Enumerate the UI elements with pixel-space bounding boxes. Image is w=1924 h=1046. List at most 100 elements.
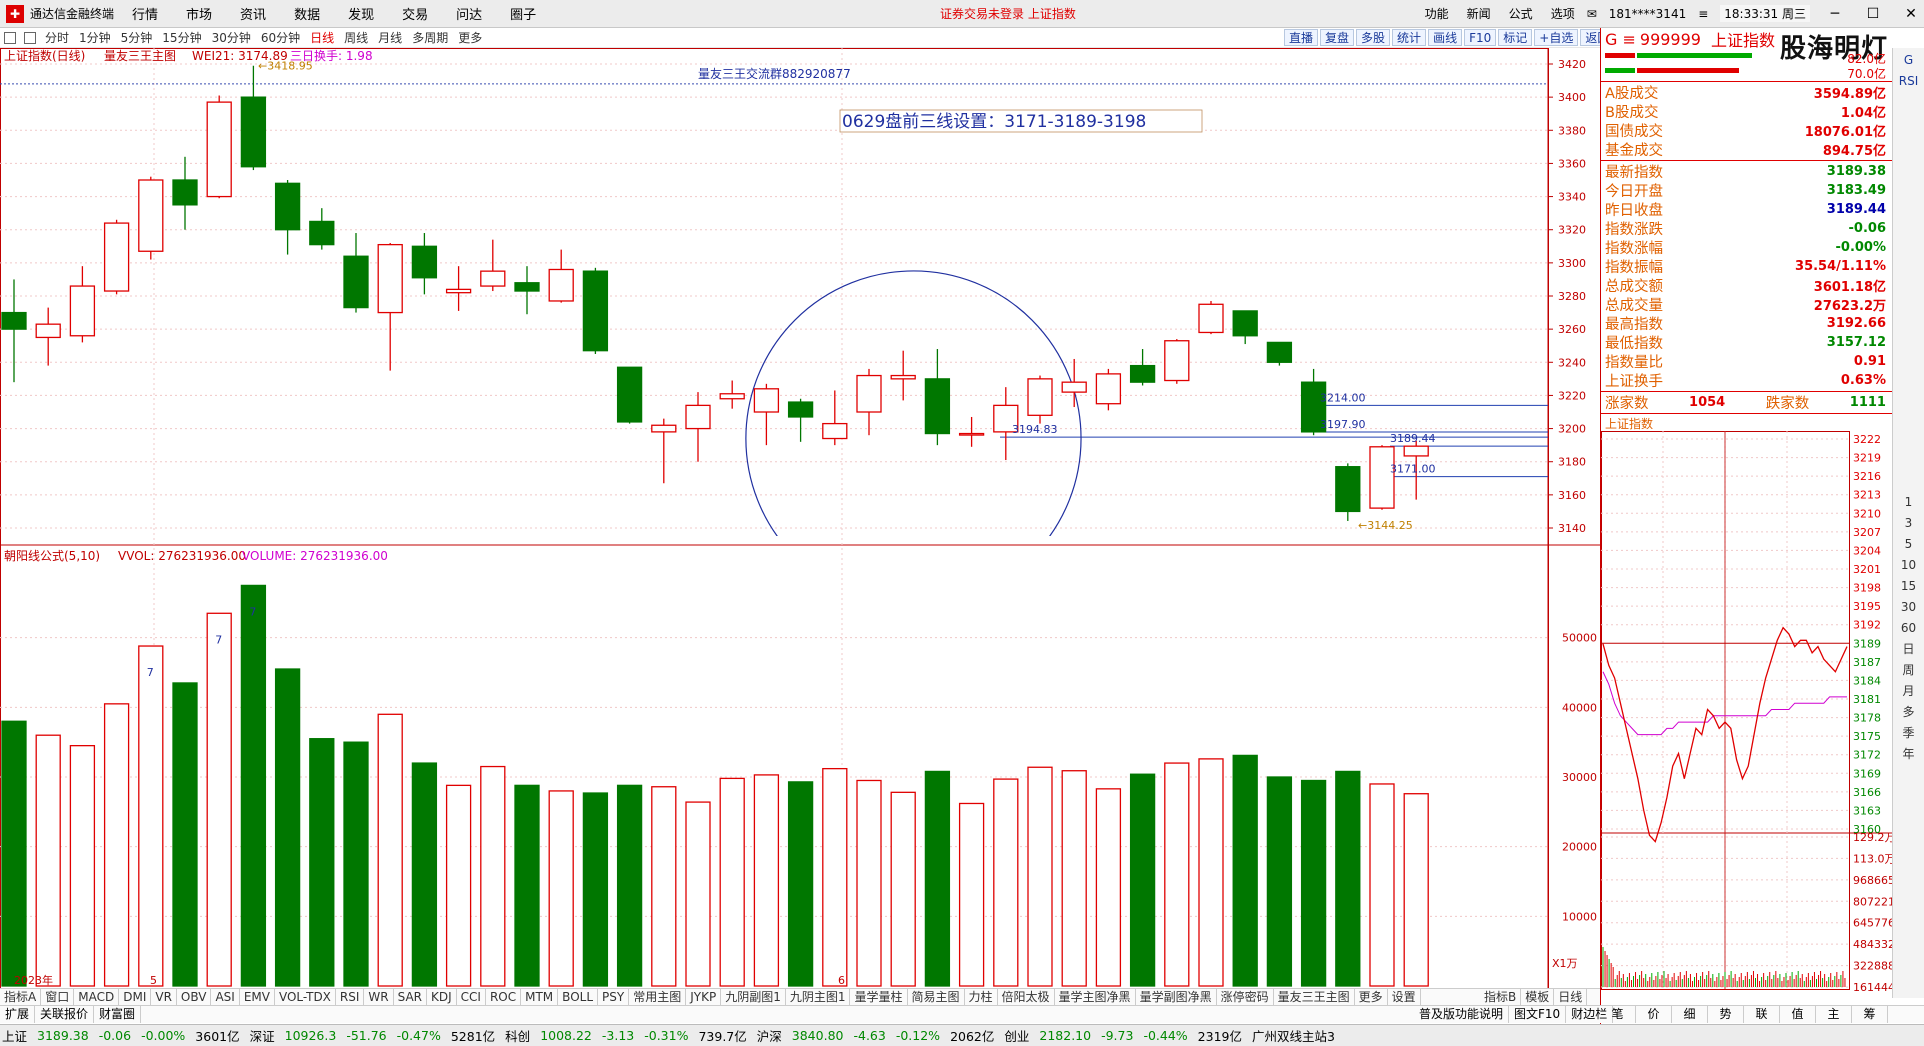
- indicator-tab[interactable]: VR: [151, 989, 177, 1005]
- volume-bar[interactable]: [445, 784, 472, 987]
- candle[interactable]: [103, 219, 130, 295]
- candle[interactable]: [514, 266, 540, 315]
- layout-icon[interactable]: [24, 31, 36, 44]
- period-8[interactable]: 月线: [378, 29, 402, 46]
- indicator-tab-right[interactable]: 日线: [1554, 989, 1588, 1005]
- indicator-tab[interactable]: 窗口: [41, 989, 75, 1005]
- indicator-tab[interactable]: SAR: [394, 989, 427, 1005]
- volume-bar[interactable]: [1266, 776, 1293, 987]
- candle[interactable]: [1027, 375, 1053, 424]
- indicator-tab[interactable]: VOL-TDX: [275, 989, 336, 1005]
- candle[interactable]: [548, 249, 574, 303]
- period-5[interactable]: 60分钟: [261, 29, 300, 46]
- indicator-tab[interactable]: 涨停密码: [1217, 989, 1274, 1005]
- candle[interactable]: [616, 366, 643, 424]
- volume-bar[interactable]: [1403, 793, 1429, 987]
- candle[interactable]: [1, 279, 27, 383]
- volume-bar[interactable]: [514, 784, 540, 987]
- indicator-tab[interactable]: 力柱: [965, 989, 998, 1005]
- account-label[interactable]: 181****3141: [1609, 7, 1686, 21]
- strip-item-8[interactable]: 60: [1893, 618, 1924, 639]
- chart-button-4[interactable]: 画线: [1428, 29, 1463, 46]
- indicator-tab[interactable]: 量学主图净黑: [1055, 989, 1136, 1005]
- candle[interactable]: [787, 398, 814, 442]
- indicator-tab[interactable]: 设置: [1388, 989, 1421, 1005]
- menu-item-0[interactable]: 行情: [132, 8, 158, 23]
- sub-tab[interactable]: 关联报价: [35, 1006, 95, 1023]
- strip-item-12[interactable]: 多: [1893, 702, 1924, 723]
- indicator-tab[interactable]: ROC: [486, 989, 522, 1005]
- chart-button-5[interactable]: F10: [1464, 29, 1497, 46]
- volume-bar[interactable]: [411, 762, 438, 987]
- volume-bar[interactable]: [856, 779, 882, 987]
- candle[interactable]: [172, 156, 198, 230]
- strip-item-1[interactable]: RSI: [1893, 71, 1924, 92]
- period-4[interactable]: 30分钟: [212, 29, 251, 46]
- volume-bar[interactable]: [993, 778, 1019, 987]
- candle[interactable]: [1198, 300, 1224, 335]
- panel-tab[interactable]: 笔: [1600, 1006, 1636, 1023]
- volume-bar[interactable]: [582, 792, 609, 987]
- volume-bar[interactable]: [753, 774, 780, 987]
- chart-button-3[interactable]: 统计: [1392, 29, 1427, 46]
- chart-button-0[interactable]: 直播: [1284, 29, 1319, 46]
- right-menu-item-3[interactable]: 选项: [1551, 5, 1575, 22]
- close-icon[interactable]: ✕: [1898, 6, 1924, 22]
- volume-bar[interactable]: [685, 801, 711, 987]
- right-menu-item-0[interactable]: 功能: [1425, 5, 1449, 22]
- volume-bar[interactable]: [103, 703, 130, 987]
- candle[interactable]: [958, 416, 985, 447]
- strip-item-7[interactable]: 30: [1893, 597, 1924, 618]
- volume-bar[interactable]: [822, 767, 848, 987]
- volume-bar[interactable]: [958, 802, 985, 987]
- strip-item-0[interactable]: G: [1893, 50, 1924, 71]
- panel-tab[interactable]: 筹: [1852, 1006, 1888, 1023]
- strip-item-10[interactable]: 周: [1893, 660, 1924, 681]
- volume-bar[interactable]: [924, 770, 951, 987]
- panel-tab[interactable]: 主: [1816, 1006, 1852, 1023]
- indicator-tab-right[interactable]: 模板: [1521, 989, 1555, 1005]
- period-10[interactable]: 更多: [458, 29, 482, 46]
- menu-icon[interactable]: ≡: [1698, 7, 1708, 21]
- right-menu-item-1[interactable]: 新闻: [1467, 5, 1491, 22]
- indicator-tab[interactable]: OBV: [177, 989, 212, 1005]
- kline-chart[interactable]: 3140 3160 3180 3200 3220 3240 3260 3280 3300 3320…: [0, 48, 1600, 999]
- menu-item-2[interactable]: 资讯: [240, 8, 266, 23]
- indicator-tab[interactable]: MTM: [521, 989, 559, 1005]
- indicator-tab[interactable]: 倍阳太极: [998, 989, 1055, 1005]
- candle[interactable]: [822, 390, 848, 446]
- strip-item-5[interactable]: 10: [1893, 555, 1924, 576]
- candle[interactable]: [35, 307, 61, 366]
- indicator-tab[interactable]: ASI: [211, 989, 240, 1005]
- right-menu-item-2[interactable]: 公式: [1509, 5, 1533, 22]
- indicator-tab[interactable]: BOLL: [558, 989, 599, 1005]
- maximize-icon[interactable]: ☐: [1860, 6, 1886, 22]
- indicator-tab[interactable]: 量学副图净黑: [1136, 989, 1217, 1005]
- candle[interactable]: [1232, 310, 1258, 345]
- period-9[interactable]: 多周期: [412, 29, 448, 46]
- indicator-tab[interactable]: 简易主图: [908, 989, 965, 1005]
- period-6[interactable]: 日线: [310, 29, 334, 46]
- volume-bar[interactable]: [206, 612, 232, 987]
- volume-bar[interactable]: [480, 765, 506, 987]
- strip-item-2[interactable]: 1: [1893, 492, 1924, 513]
- candle[interactable]: [377, 242, 403, 371]
- strip-item-11[interactable]: 月: [1893, 681, 1924, 702]
- volume-bar[interactable]: [274, 668, 301, 987]
- candle[interactable]: [890, 350, 916, 401]
- chart-button-6[interactable]: 标记: [1498, 29, 1533, 46]
- chart-button-1[interactable]: 复盘: [1320, 29, 1355, 46]
- volume-bar[interactable]: [890, 791, 916, 987]
- strip-item-4[interactable]: 5: [1893, 534, 1924, 555]
- volume-bar[interactable]: [69, 745, 96, 987]
- period-0[interactable]: 分时: [45, 29, 69, 46]
- candle[interactable]: [651, 418, 677, 484]
- volume-bar[interactable]: [240, 584, 267, 987]
- candle[interactable]: [753, 383, 780, 446]
- candle[interactable]: [685, 392, 711, 462]
- indicator-tab[interactable]: 量学量柱: [850, 989, 908, 1005]
- indicator-tab-right[interactable]: 指标B: [1480, 989, 1522, 1005]
- candle[interactable]: [1095, 368, 1122, 411]
- candle[interactable]: [1129, 349, 1156, 386]
- menu-item-1[interactable]: 市场: [186, 8, 212, 23]
